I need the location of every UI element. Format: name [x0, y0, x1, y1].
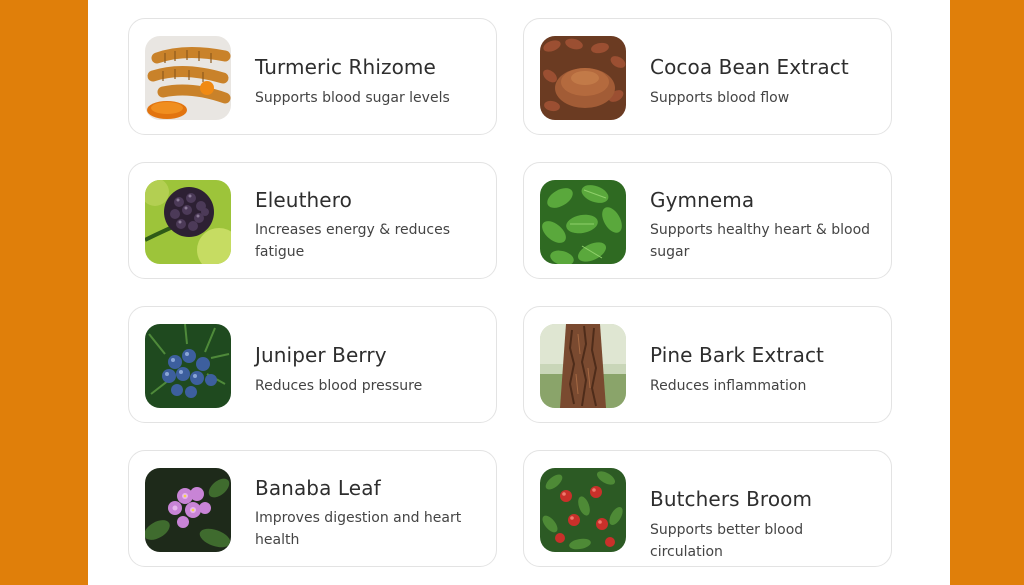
ingredient-card-pine-bark: Pine Bark Extract Reduces inflammation	[523, 306, 892, 423]
pine-bark-image	[540, 324, 626, 408]
ingredient-title: Gymnema	[650, 188, 755, 212]
ingredient-description: Supports blood flow	[650, 90, 790, 106]
butchers-broom-image	[540, 468, 626, 552]
ingredient-description: Improves digestion and heart health	[255, 510, 462, 548]
ingredient-title: Eleuthero	[255, 188, 352, 212]
ingredient-card-cocoa: Cocoa Bean Extract Supports blood flow	[523, 18, 892, 135]
ingredient-description: Reduces blood pressure	[255, 378, 423, 394]
ingredient-description: Increases energy & reduces fatigue	[255, 222, 451, 260]
banaba-flower-image	[145, 468, 231, 552]
turmeric-image	[145, 36, 231, 120]
ingredient-description: Supports healthy heart & blood sugar	[650, 222, 871, 260]
ingredient-title: Juniper Berry	[255, 343, 387, 367]
ingredients-panel: Turmeric Rhizome Supports blood sugar le…	[88, 0, 950, 585]
ingredient-title: Turmeric Rhizome	[255, 55, 436, 79]
ingredient-card-banaba: Banaba Leaf Improves digestion and heart…	[128, 450, 497, 567]
ingredient-card-butchers-broom: Butchers Broom Supports better blood cir…	[523, 450, 892, 567]
ingredient-description: Supports better blood circulation	[650, 522, 804, 560]
ingredient-description: Reduces inflammation	[650, 378, 807, 394]
gymnema-leaves-image	[540, 180, 626, 264]
ingredient-card-turmeric: Turmeric Rhizome Supports blood sugar le…	[128, 18, 497, 135]
ingredient-card-eleuthero: Eleuthero Increases energy & reduces fat…	[128, 162, 497, 279]
ingredient-card-gymnema: Gymnema Supports healthy heart & blood s…	[523, 162, 892, 279]
ingredient-title: Banaba Leaf	[255, 476, 381, 500]
ingredient-card-juniper: Juniper Berry Reduces blood pressure	[128, 306, 497, 423]
juniper-berries-image	[145, 324, 231, 408]
ingredient-title: Pine Bark Extract	[650, 343, 824, 367]
ingredient-title: Cocoa Bean Extract	[650, 55, 849, 79]
ingredient-description: Supports blood sugar levels	[255, 90, 450, 106]
ingredient-title: Butchers Broom	[650, 487, 813, 511]
eleuthero-berries-image	[145, 180, 231, 264]
cocoa-bean-image	[540, 36, 626, 120]
